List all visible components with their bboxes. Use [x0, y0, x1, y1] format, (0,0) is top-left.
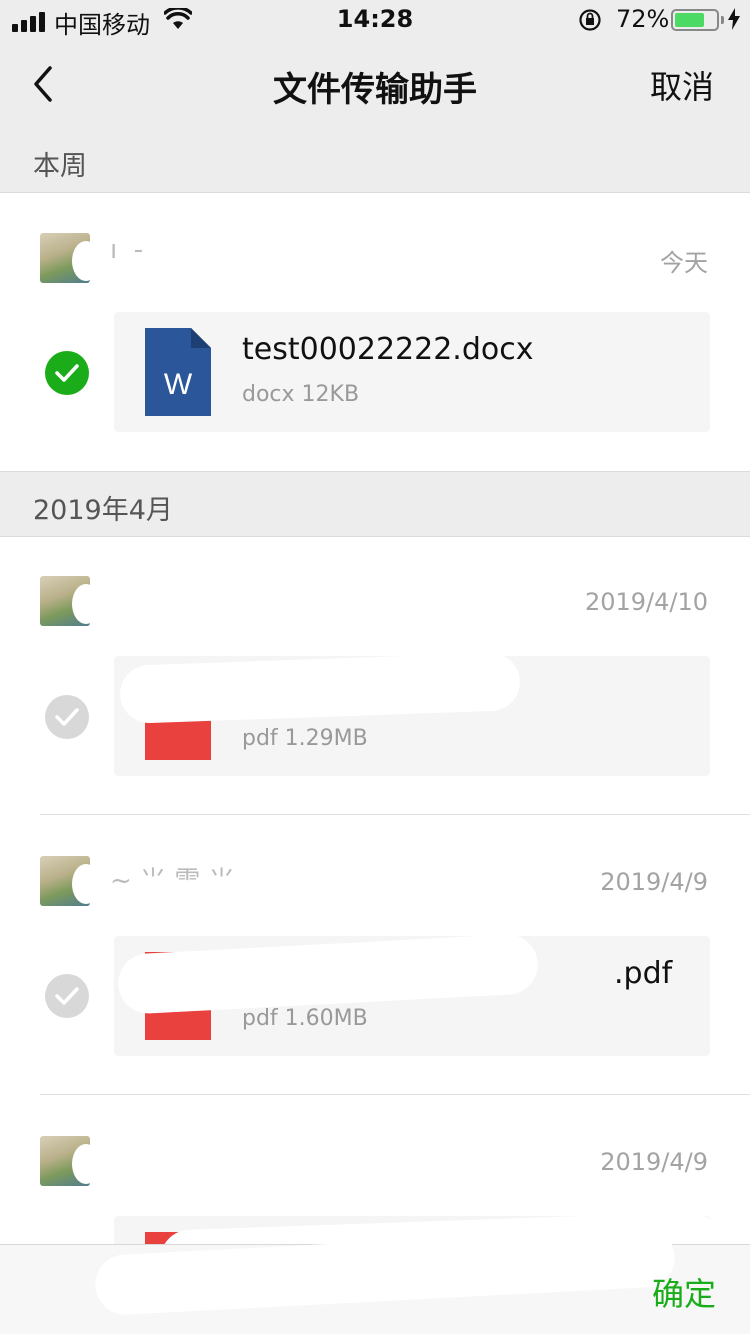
battery-icon — [671, 9, 719, 31]
sender-name: ı - — [110, 235, 144, 265]
entry-date: 今天 — [660, 249, 708, 277]
avatar — [40, 1136, 90, 1186]
list-item[interactable]: 2019/4/10 pdf 1.29MB — [0, 537, 750, 815]
divider — [40, 1094, 750, 1095]
checkbox-checked[interactable] — [45, 351, 89, 395]
avatar — [40, 856, 90, 906]
list-item[interactable]: ~ ⺌ ⻗ ⺌ 2019/4/9 .pdf pdf 1.60MB — [0, 816, 750, 1095]
file-name: test00022222.docx — [242, 332, 534, 367]
checkbox-unchecked[interactable] — [45, 974, 89, 1018]
divider — [40, 814, 750, 815]
charging-icon — [728, 8, 740, 30]
checkbox-unchecked[interactable] — [45, 695, 89, 739]
bottom-toolbar: 确定 — [0, 1225, 750, 1334]
file-card[interactable]: W test00022222.docx docx 12KB — [114, 312, 710, 432]
file-meta: pdf 1.29MB — [242, 726, 368, 751]
page-title: 文件传输助手 — [273, 70, 477, 110]
svg-text:W: W — [164, 368, 193, 401]
avatar — [40, 233, 90, 283]
file-name: .pdf — [614, 956, 673, 991]
check-icon — [55, 987, 79, 1005]
battery-percent: 72% — [616, 5, 670, 33]
sender-name: ~ ⺌ ⻗ ⺌ — [110, 866, 235, 896]
file-meta: docx 12KB — [242, 382, 360, 407]
entry-date: 2019/4/10 — [584, 588, 708, 616]
status-bar: 中国移动 14:28 72% — [0, 0, 750, 40]
word-file-icon: W — [145, 328, 211, 416]
avatar — [40, 576, 90, 626]
entry-date: 2019/4/9 — [600, 1148, 708, 1176]
check-icon — [55, 708, 79, 726]
list-item[interactable]: 2019/4/9 — [0, 1096, 750, 1244]
entry-date: 2019/4/9 — [600, 868, 708, 896]
check-icon — [55, 364, 79, 382]
confirm-button[interactable]: 确定 — [652, 1269, 716, 1315]
cancel-button[interactable]: 取消 — [650, 62, 714, 108]
section-header-april-2019: 2019年4月 — [0, 471, 750, 537]
file-meta: pdf 1.60MB — [242, 1006, 368, 1031]
section-header-this-week: 本周 — [0, 128, 750, 193]
nav-bar: 文件传输助手 取消 — [0, 40, 750, 128]
list-item[interactable]: ı - 今天 W test00022222.docx docx 12KB — [0, 193, 750, 471]
rotation-lock-icon — [579, 9, 601, 31]
